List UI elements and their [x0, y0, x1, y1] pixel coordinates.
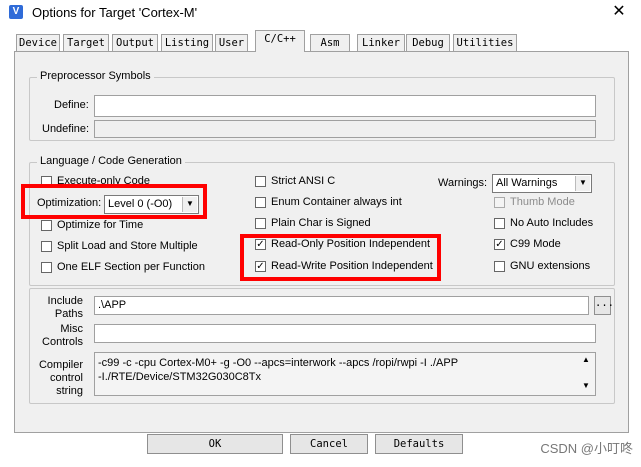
tab-label: Device: [19, 37, 57, 49]
warnings-value: All Warnings: [496, 177, 558, 189]
defaults-button[interactable]: Defaults: [375, 434, 463, 454]
tab-output[interactable]: Output: [112, 34, 158, 51]
tab-label: Asm: [320, 37, 340, 49]
close-button[interactable]: ✕: [604, 1, 634, 23]
window-title: Options for Target 'Cortex-M': [32, 5, 198, 20]
defaults-label: Defaults: [393, 438, 445, 450]
tab-label: User: [218, 37, 245, 49]
misc-label-2: Controls: [42, 336, 83, 348]
tab-asm[interactable]: Asm: [310, 34, 350, 51]
tab-c-cpp[interactable]: C/C++: [255, 30, 305, 52]
tab-label: Listing: [164, 37, 210, 49]
close-icon: ✕: [612, 3, 626, 20]
scroll-up-icon[interactable]: ▲: [579, 355, 593, 364]
preprocessor-group: Preprocessor Symbols Define: Undefine:: [29, 70, 615, 141]
watermark: CSDN @小叮咚: [540, 441, 633, 456]
c99-mode-label: C99 Mode: [510, 238, 561, 250]
enum-int-checkbox[interactable]: [255, 197, 266, 208]
split-load-label: Split Load and Store Multiple: [57, 240, 198, 252]
warnings-label: Warnings:: [438, 177, 488, 189]
include-label-2: Paths: [54, 308, 83, 320]
tab-label: C/C++: [264, 33, 296, 45]
thumb-mode-label: Thumb Mode: [510, 196, 575, 208]
browse-label: ...: [595, 297, 614, 309]
title-bar: V Options for Target 'Cortex-M' ✕: [0, 0, 641, 26]
misc-label-1: Misc: [60, 323, 83, 335]
ok-label: OK: [208, 438, 222, 450]
highlight-position-independent: [240, 234, 441, 281]
compiler-control-string[interactable]: -c99 -c -cpu Cortex-M0+ -g -O0 --apcs=in…: [94, 352, 596, 396]
language-legend: Language / Code Generation: [37, 155, 185, 167]
include-browse-button[interactable]: ...: [594, 296, 614, 315]
cancel-label: Cancel: [310, 438, 348, 450]
cancel-button[interactable]: Cancel: [290, 434, 368, 454]
tab-utilities[interactable]: Utilities: [453, 34, 517, 51]
thumb-mode-checkbox[interactable]: [494, 197, 505, 208]
compiler-label-3: string: [56, 385, 83, 397]
tab-debug[interactable]: Debug: [406, 34, 450, 51]
tab-target[interactable]: Target: [63, 34, 109, 51]
optimize-time-checkbox[interactable]: [41, 220, 52, 231]
chevron-down-icon: ▼: [575, 176, 590, 191]
c99-mode-checkbox[interactable]: ✓: [494, 239, 505, 250]
define-label: Define:: [54, 99, 89, 111]
scroll-down-icon[interactable]: ▼: [579, 381, 593, 390]
undefine-input[interactable]: [94, 120, 596, 138]
tab-label: Output: [116, 37, 154, 49]
highlight-optimization: [21, 184, 207, 219]
optimize-time-label: Optimize for Time: [57, 219, 144, 231]
one-elf-checkbox[interactable]: [41, 262, 52, 273]
include-paths-input[interactable]: .\APP: [94, 296, 589, 315]
tab-device[interactable]: Device: [16, 34, 60, 51]
tab-label: Target: [67, 37, 105, 49]
paths-group: Include Paths .\APP ... Misc Controls Co…: [29, 288, 615, 404]
tab-user[interactable]: User: [215, 34, 248, 51]
tab-label: Debug: [412, 37, 444, 49]
tab-label: Linker: [362, 37, 400, 49]
plain-char-label: Plain Char is Signed: [271, 217, 371, 229]
compiler-label-2: control: [49, 372, 83, 384]
enum-int-label: Enum Container always int: [271, 196, 402, 208]
include-label-1: Include: [47, 295, 83, 307]
misc-controls-input[interactable]: [94, 324, 596, 343]
define-input[interactable]: [94, 95, 596, 117]
include-paths-value: .\APP: [98, 299, 127, 311]
tab-label: Utilities: [456, 37, 514, 49]
compiler-line-1: -c99 -c -cpu Cortex-M0+ -g -O0 --apcs=in…: [98, 357, 459, 369]
no-auto-includes-label: No Auto Includes: [510, 217, 594, 229]
preprocessor-legend: Preprocessor Symbols: [37, 70, 154, 82]
compiler-line-2: -I./RTE/Device/STM32G030C8Tx: [98, 371, 262, 383]
gnu-ext-label: GNU extensions: [510, 260, 591, 272]
keil-app-icon: V: [9, 5, 23, 19]
warnings-select[interactable]: All Warnings ▼: [492, 174, 592, 193]
plain-char-checkbox[interactable]: [255, 218, 266, 229]
undefine-label: Undefine:: [42, 123, 90, 135]
strict-ansi-label: Strict ANSI C: [271, 175, 336, 187]
gnu-ext-checkbox[interactable]: [494, 261, 505, 272]
compiler-label-1: Compiler: [38, 359, 83, 371]
tab-linker[interactable]: Linker: [357, 34, 405, 51]
one-elf-label: One ELF Section per Function: [57, 261, 205, 273]
ok-button[interactable]: OK: [147, 434, 283, 454]
split-load-checkbox[interactable]: [41, 241, 52, 252]
tab-listing[interactable]: Listing: [161, 34, 213, 51]
strict-ansi-checkbox[interactable]: [255, 176, 266, 187]
no-auto-includes-checkbox[interactable]: [494, 218, 505, 229]
